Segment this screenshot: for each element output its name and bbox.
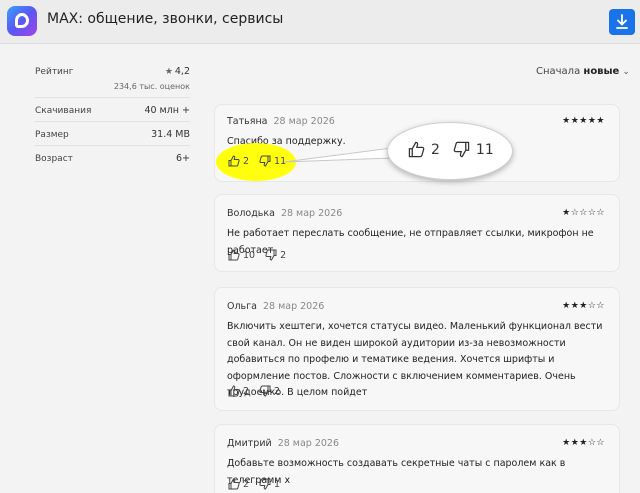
like-count: 10 <box>243 249 256 261</box>
review-card: Дмитрий 28 мар 2026 ★★★☆☆ Добавьте возмож… <box>214 424 620 493</box>
review-stars: ★★★☆☆ <box>562 438 605 448</box>
age-value: 6+ <box>175 153 190 164</box>
thumbs-down-icon[interactable] <box>259 155 271 167</box>
size-value: 31.4 MB <box>151 129 190 140</box>
chevron-down-icon: ⌄ <box>622 67 630 77</box>
review-header: Володька 28 мар 2026 <box>227 208 342 219</box>
review-votes: 2 1 <box>228 478 290 490</box>
thumbs-down-icon[interactable] <box>259 478 271 490</box>
review-date: 28 мар 2026 <box>277 438 340 449</box>
zoomed-like-count: 2 <box>431 141 440 158</box>
thumbs-down-icon[interactable] <box>265 249 277 261</box>
review-votes: 2 11 <box>228 155 296 167</box>
review-header: Дмитрий 28 мар 2026 <box>227 438 339 449</box>
downloads-value: 40 млн + <box>144 105 190 116</box>
age-label: Возраст <box>35 154 73 164</box>
star-icon: ★ <box>164 67 173 77</box>
sort-label: Сначала <box>536 66 581 77</box>
review-date: 28 мар 2026 <box>262 301 325 312</box>
review-stars: ★★★★★ <box>562 116 605 126</box>
sidebar-divider <box>35 145 190 146</box>
sort-value: новые <box>583 66 620 77</box>
review-author: Татьяна <box>227 116 268 127</box>
review-author: Володька <box>227 208 275 219</box>
sort-dropdown[interactable]: Сначала новые ⌄ <box>536 66 630 77</box>
dislike-count: 2 <box>280 249 287 261</box>
rating-value-row: ★ 4,2 <box>165 66 190 77</box>
dislike-count: 2 <box>274 385 281 397</box>
review-votes: 2 2 <box>228 385 290 397</box>
download-button[interactable] <box>609 9 635 35</box>
thumbs-up-icon[interactable] <box>228 155 240 167</box>
like-count: 2 <box>243 385 250 397</box>
thumbs-down-icon <box>453 141 470 158</box>
review-votes: 10 2 <box>228 249 296 261</box>
zoomed-dislike-count: 11 <box>475 141 494 158</box>
review-date: 28 мар 2026 <box>280 208 343 219</box>
sidebar-divider <box>35 121 190 122</box>
dislike-count: 11 <box>274 155 287 167</box>
rating-count: 234,6 тыс. оценок <box>113 82 190 91</box>
review-card: Володька 28 мар 2026 ★☆☆☆☆ Не работает пе… <box>214 194 620 272</box>
thumbs-up-icon <box>408 141 425 158</box>
thumbs-down-icon[interactable] <box>259 385 271 397</box>
like-count: 2 <box>243 478 250 490</box>
review-author: Ольга <box>227 301 257 312</box>
app-title: MAX: общение, звонки, сервисы <box>47 11 284 27</box>
review-header: Ольга 28 мар 2026 <box>227 301 324 312</box>
zoom-bubble: 2 11 <box>387 122 513 180</box>
review-header: Татьяна 28 мар 2026 <box>227 116 335 127</box>
thumbs-up-icon[interactable] <box>228 385 240 397</box>
rating-value: 4,2 <box>174 66 190 77</box>
review-author: Дмитрий <box>227 438 272 449</box>
size-label: Размер <box>35 130 69 140</box>
review-stars: ★☆☆☆☆ <box>562 208 605 218</box>
dislike-count: 1 <box>274 478 281 490</box>
thumbs-up-icon[interactable] <box>228 478 240 490</box>
review-date: 28 мар 2026 <box>273 116 335 127</box>
review-stars: ★★★☆☆ <box>562 301 605 311</box>
like-count: 2 <box>243 155 250 167</box>
max-app-icon <box>7 6 37 36</box>
downloads-label: Скачивания <box>35 106 92 116</box>
app-header: MAX: общение, звонки, сервисы <box>0 0 640 44</box>
thumbs-up-icon[interactable] <box>228 249 240 261</box>
zoomed-votes: 2 11 <box>408 141 507 158</box>
download-icon <box>616 14 628 29</box>
review-card: Ольга 28 мар 2026 ★★★☆☆ Включить хештеги,… <box>214 287 620 411</box>
sidebar-divider <box>35 97 190 98</box>
rating-label: Рейтинг <box>35 67 74 77</box>
